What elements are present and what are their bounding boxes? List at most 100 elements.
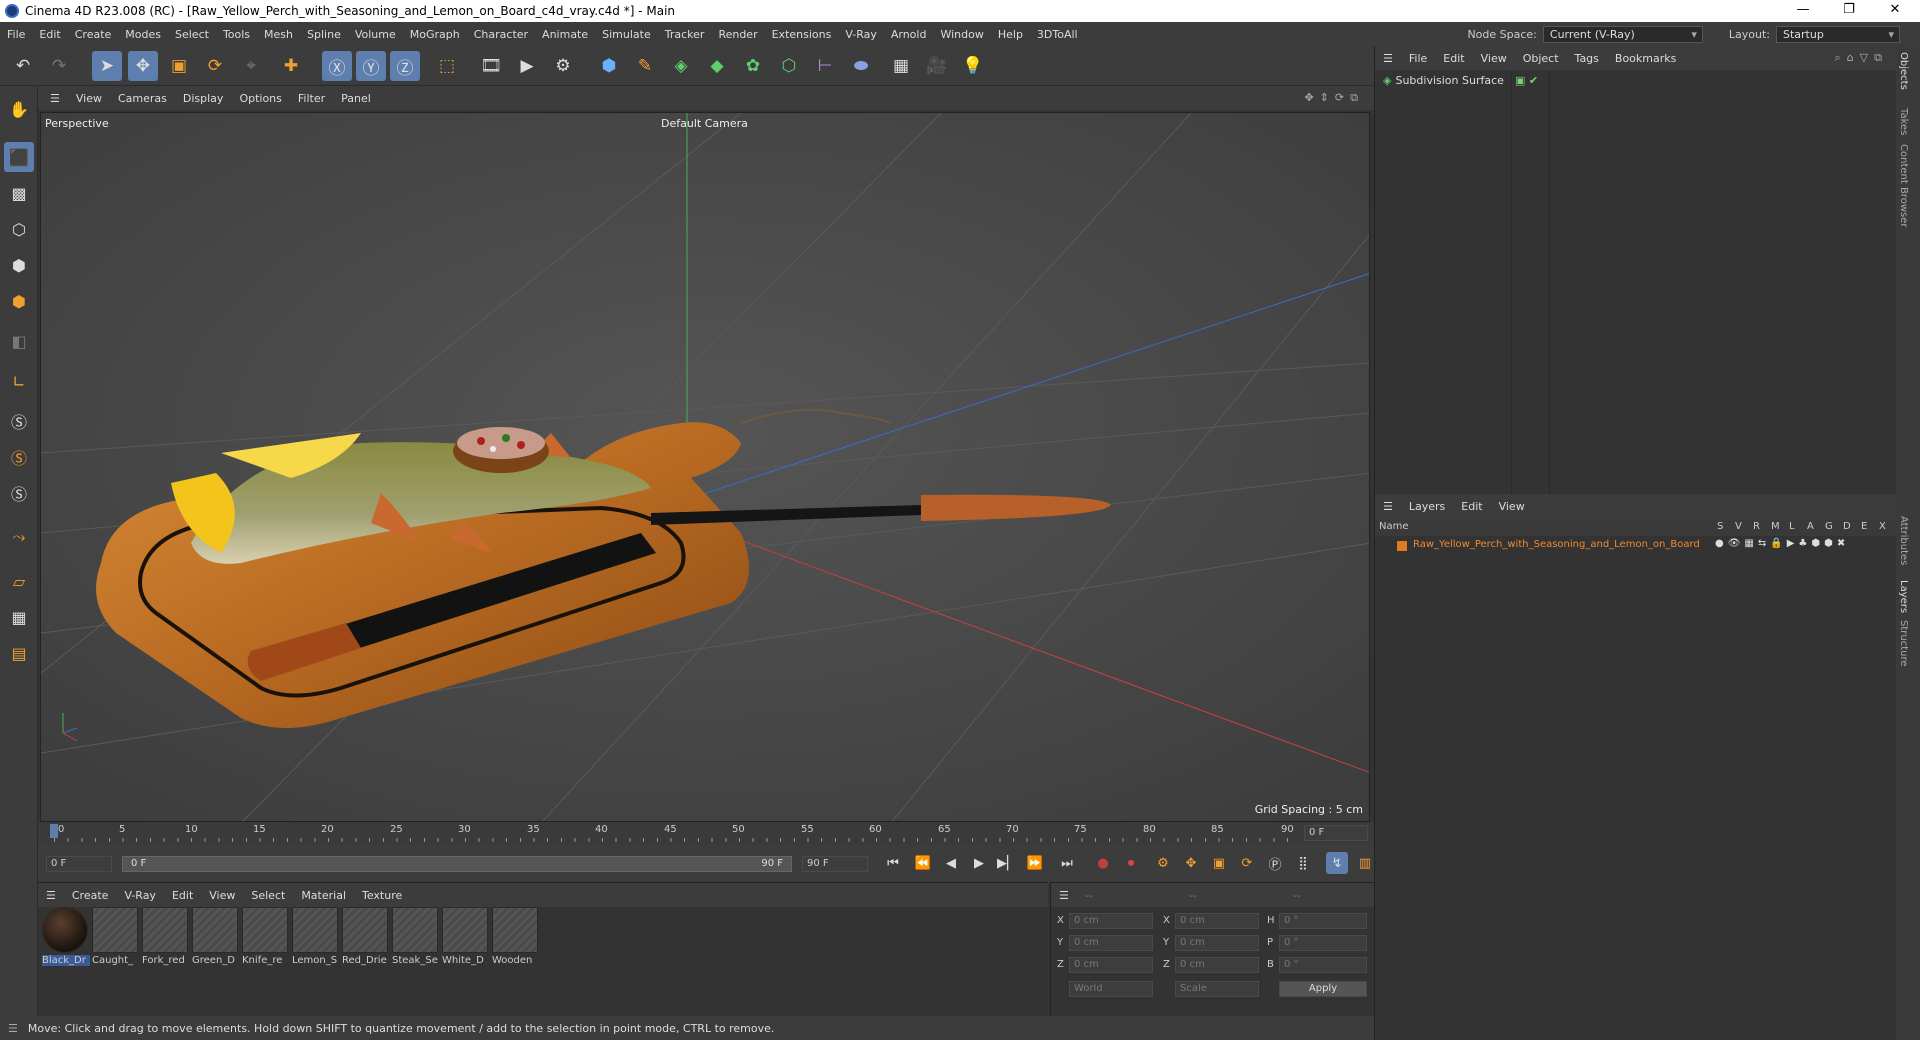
- subdivision-icon[interactable]: ◈: [666, 51, 696, 81]
- material-name[interactable]: Caught_: [92, 955, 140, 966]
- goto-start-icon[interactable]: ⏮: [882, 852, 904, 874]
- layout-dropdown[interactable]: Startup: [1776, 25, 1900, 43]
- material-swatch[interactable]: [192, 907, 238, 953]
- material-swatch[interactable]: [392, 907, 438, 953]
- material-name[interactable]: Steak_Se: [392, 955, 440, 966]
- material-swatch[interactable]: [292, 907, 338, 953]
- menu-vray[interactable]: V-Ray: [838, 28, 884, 41]
- om-menu-edit[interactable]: Edit: [1435, 52, 1472, 65]
- menu-extensions[interactable]: Extensions: [765, 28, 839, 41]
- workplane-align-icon[interactable]: ▤: [4, 638, 34, 668]
- om-menu-file[interactable]: File: [1401, 52, 1435, 65]
- tab-layers[interactable]: Layers: [1898, 580, 1909, 613]
- minimize-icon[interactable]: —: [1780, 0, 1826, 22]
- extrude-icon[interactable]: ◆: [702, 51, 732, 81]
- layers-menu-layers[interactable]: Layers: [1401, 500, 1453, 513]
- menu-window[interactable]: Window: [933, 28, 990, 41]
- menu-character[interactable]: Character: [467, 28, 535, 41]
- frame-range-slider[interactable]: 0 F 90 F: [122, 856, 792, 872]
- playhead[interactable]: [50, 824, 58, 838]
- workplane-lock-icon[interactable]: ⤳: [4, 522, 34, 552]
- om-menu-tags[interactable]: Tags: [1567, 52, 1607, 65]
- edges-mode-icon[interactable]: ⬢: [4, 250, 34, 280]
- key-position-icon[interactable]: ✥: [1180, 852, 1202, 874]
- redo-icon[interactable]: ↷: [44, 51, 74, 81]
- auto-key-icon[interactable]: ⏺: [1120, 852, 1142, 874]
- material-swatch[interactable]: [142, 907, 188, 953]
- key-scale-icon[interactable]: ▣: [1208, 852, 1230, 874]
- menu-simulate[interactable]: Simulate: [595, 28, 658, 41]
- menu-edit[interactable]: Edit: [32, 28, 67, 41]
- menu-arnold[interactable]: Arnold: [884, 28, 934, 41]
- material-swatch[interactable]: [492, 907, 538, 953]
- move-icon[interactable]: ✥: [128, 51, 158, 81]
- 3d-viewport[interactable]: Perspective Default Camera Grid Spacing …: [40, 112, 1370, 822]
- menu-spline[interactable]: Spline: [300, 28, 348, 41]
- snap-icon[interactable]: Ⓢ: [4, 406, 34, 436]
- add-plus-icon[interactable]: ✚: [276, 51, 306, 81]
- hamburger-icon[interactable]: ☰: [8, 1022, 18, 1035]
- viewport-menu-view[interactable]: View: [68, 92, 110, 105]
- hamburger-icon[interactable]: ☰: [1375, 52, 1401, 65]
- keyframe-selection-icon[interactable]: ⚙: [1152, 852, 1174, 874]
- viewport-menu-options[interactable]: Options: [231, 92, 289, 105]
- texture-mode-icon[interactable]: ▩: [4, 178, 34, 208]
- viewport-menu-cameras[interactable]: Cameras: [110, 92, 175, 105]
- om-menu-object[interactable]: Object: [1515, 52, 1567, 65]
- tab-objects[interactable]: Objects: [1898, 52, 1909, 90]
- end-frame-field[interactable]: 90 F: [802, 856, 868, 872]
- menu-animate[interactable]: Animate: [535, 28, 595, 41]
- layers-menu-edit[interactable]: Edit: [1453, 500, 1490, 513]
- close-icon[interactable]: ✕: [1872, 0, 1918, 22]
- menu-file[interactable]: File: [0, 28, 32, 41]
- material-swatch[interactable]: [342, 907, 388, 953]
- mat-menu-select[interactable]: Select: [243, 889, 293, 902]
- layer-name[interactable]: Raw_Yellow_Perch_with_Seasoning_and_Lemo…: [1413, 539, 1700, 550]
- workplane-icon[interactable]: ▱: [4, 566, 34, 596]
- hamburger-icon[interactable]: ☰: [1375, 500, 1401, 513]
- menu-3dtoall[interactable]: 3DToAll: [1030, 28, 1085, 41]
- cloner-icon[interactable]: ✿: [738, 51, 768, 81]
- coord-space-dropdown[interactable]: World: [1069, 981, 1153, 997]
- timeline-ruler[interactable]: 0 5 10 15 20 25 30 35 40 45 50 55 60 65 …: [38, 822, 1374, 844]
- prev-key-icon[interactable]: ⏪: [912, 852, 934, 874]
- menu-render[interactable]: Render: [711, 28, 764, 41]
- key-pla-icon[interactable]: ⣿: [1292, 852, 1314, 874]
- menu-volume[interactable]: Volume: [348, 28, 403, 41]
- position-x-field[interactable]: 0 cm: [1069, 913, 1153, 929]
- recent-tool-icon[interactable]: ⌖: [236, 51, 266, 81]
- material-name[interactable]: Green_D: [192, 955, 240, 966]
- menu-create[interactable]: Create: [68, 28, 119, 41]
- viewport-menu-panel[interactable]: Panel: [333, 92, 379, 105]
- size-y-field[interactable]: 0 cm: [1175, 935, 1259, 951]
- timeline-window-icon[interactable]: ▥: [1354, 852, 1376, 874]
- mat-menu-edit[interactable]: Edit: [164, 889, 201, 902]
- rotation-h-field[interactable]: 0 °: [1279, 913, 1367, 929]
- scale-icon[interactable]: ▣: [164, 51, 194, 81]
- om-search-icons[interactable]: ⌕⌂▽⧉: [1835, 51, 1888, 65]
- material-name[interactable]: Knife_re: [242, 955, 290, 966]
- mat-menu-material[interactable]: Material: [293, 889, 354, 902]
- layer-flag-icons[interactable]: ●👁▦⇆🔒▶♣⬢⬢✖: [1715, 538, 1849, 549]
- material-swatch[interactable]: [442, 907, 488, 953]
- layers-menu-view[interactable]: View: [1491, 500, 1533, 513]
- menu-help[interactable]: Help: [991, 28, 1030, 41]
- menu-modes[interactable]: Modes: [118, 28, 168, 41]
- material-name[interactable]: Lemon_S: [292, 955, 340, 966]
- om-menu-bookmarks[interactable]: Bookmarks: [1607, 52, 1684, 65]
- camera-icon[interactable]: 🎥: [922, 51, 952, 81]
- hamburger-icon[interactable]: ☰: [42, 92, 68, 105]
- apply-button[interactable]: Apply: [1279, 981, 1367, 997]
- next-key-icon[interactable]: ⏩: [1024, 852, 1046, 874]
- material-name[interactable]: Wooden: [492, 955, 540, 966]
- goto-end-icon[interactable]: ⏭: [1056, 852, 1078, 874]
- rotation-b-field[interactable]: 0 °: [1279, 957, 1367, 973]
- key-param-icon[interactable]: Ⓟ: [1264, 852, 1286, 874]
- material-swatch[interactable]: [92, 907, 138, 953]
- field-icon[interactable]: ⬬: [846, 51, 876, 81]
- material-name[interactable]: Black_Dr: [42, 955, 90, 966]
- cube-object-icon[interactable]: ⬢: [594, 51, 624, 81]
- render-settings-icon[interactable]: ⚙: [548, 51, 578, 81]
- om-menu-view[interactable]: View: [1473, 52, 1515, 65]
- menu-mograph[interactable]: MoGraph: [403, 28, 467, 41]
